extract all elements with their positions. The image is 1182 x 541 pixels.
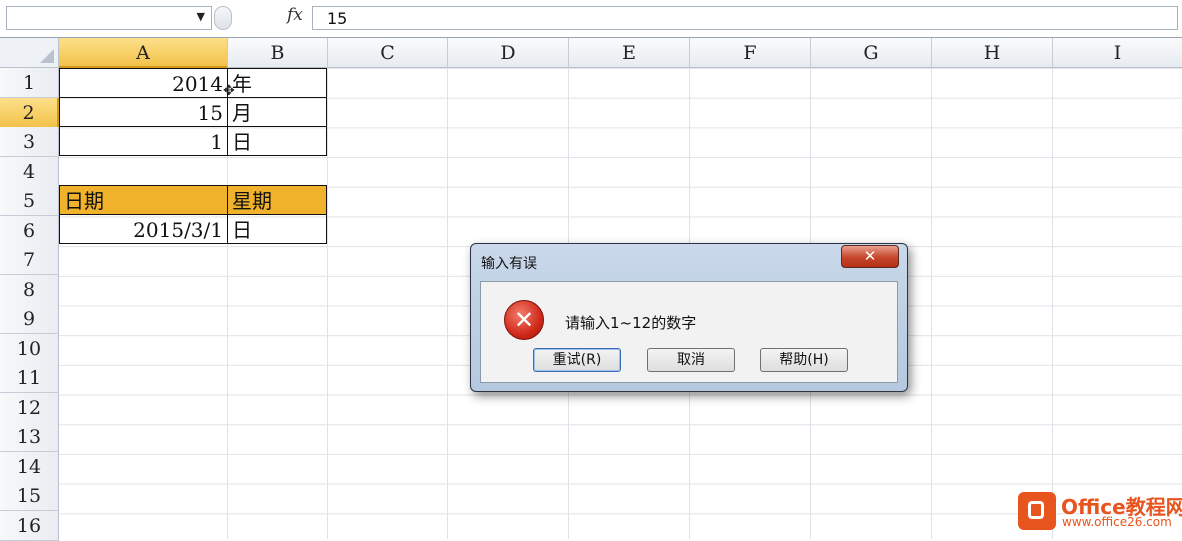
row-header-8[interactable]: 8 — [0, 274, 59, 305]
column-header-f[interactable]: F — [690, 38, 811, 68]
row-header-9[interactable]: 9 — [0, 304, 59, 334]
insert-function-icon[interactable]: fx — [287, 5, 303, 25]
row-header-5[interactable]: 5 — [0, 186, 59, 216]
column-header-e[interactable]: E — [569, 38, 690, 68]
formula-bar-splitter[interactable] — [214, 6, 232, 30]
column-header-d[interactable]: D — [448, 38, 569, 68]
resize-cursor-icon: ✥ — [223, 83, 235, 99]
cell-a5[interactable]: 日期 — [59, 185, 228, 215]
column-header-i[interactable]: I — [1053, 38, 1182, 68]
error-icon: ✕ — [504, 300, 544, 340]
column-header-b[interactable]: B — [228, 38, 328, 68]
cell-a1[interactable]: 2014 — [59, 68, 228, 98]
row-header-7[interactable]: 7 — [0, 245, 59, 275]
formula-bar: ▼ fx 15 — [0, 0, 1182, 38]
row-header-3[interactable]: 3 — [0, 127, 59, 157]
row-header-10[interactable]: 10 — [0, 333, 59, 364]
cell-a3[interactable]: 1 — [59, 126, 228, 156]
column-header-h[interactable]: H — [932, 38, 1053, 68]
dialog-title: 输入有误 — [481, 256, 537, 272]
error-dialog: 输入有误 ✕ ✕ 请输入1~12的数字 重试(R) 取消 帮助(H) — [470, 243, 908, 392]
dialog-body: ✕ 请输入1~12的数字 重试(R) 取消 帮助(H) — [480, 281, 898, 383]
row-header-11[interactable]: 11 — [0, 363, 59, 393]
name-box[interactable]: ▼ — [6, 6, 212, 30]
retry-button[interactable]: 重试(R) — [533, 348, 621, 372]
column-gridline — [931, 68, 932, 539]
select-all-corner[interactable] — [0, 38, 59, 68]
row-header-1[interactable]: 1 — [0, 68, 59, 98]
cell-b3[interactable]: 日 — [227, 126, 327, 156]
cancel-button[interactable]: 取消 — [647, 348, 735, 372]
column-header-c[interactable]: C — [328, 38, 448, 68]
cell-b6[interactable]: 日 — [227, 214, 327, 244]
row-header-16[interactable]: 16 — [0, 510, 59, 541]
watermark-url: www.office26.com — [1062, 515, 1172, 529]
row-header-2[interactable]: 2 — [0, 97, 59, 128]
cell-a6[interactable]: 2015/3/1 — [59, 214, 228, 244]
cell-b2[interactable]: 月 — [227, 97, 327, 127]
column-header-a[interactable]: A — [59, 38, 228, 68]
cell-b5[interactable]: 星期 — [227, 185, 327, 215]
row-header-4[interactable]: 4 — [0, 156, 59, 187]
office-logo-icon — [1018, 492, 1056, 530]
row-header-14[interactable]: 14 — [0, 451, 59, 482]
help-button[interactable]: 帮助(H) — [760, 348, 848, 372]
row-header-13[interactable]: 13 — [0, 422, 59, 452]
row-header-15[interactable]: 15 — [0, 481, 59, 511]
formula-input[interactable]: 15 — [312, 6, 1178, 30]
dialog-close-button[interactable]: ✕ — [841, 245, 899, 268]
row-header-12[interactable]: 12 — [0, 392, 59, 423]
column-gridline — [1052, 68, 1053, 539]
column-header-g[interactable]: G — [811, 38, 932, 68]
name-box-dropdown-icon[interactable]: ▼ — [197, 10, 205, 23]
cell-b1[interactable]: 年 — [227, 68, 327, 98]
cell-a2[interactable]: 15 — [59, 97, 228, 127]
column-gridline — [327, 68, 328, 539]
dialog-message: 请输入1~12的数字 — [565, 314, 697, 332]
formula-value: 15 — [327, 9, 348, 28]
column-gridline — [447, 68, 448, 539]
row-header-6[interactable]: 6 — [0, 215, 59, 246]
